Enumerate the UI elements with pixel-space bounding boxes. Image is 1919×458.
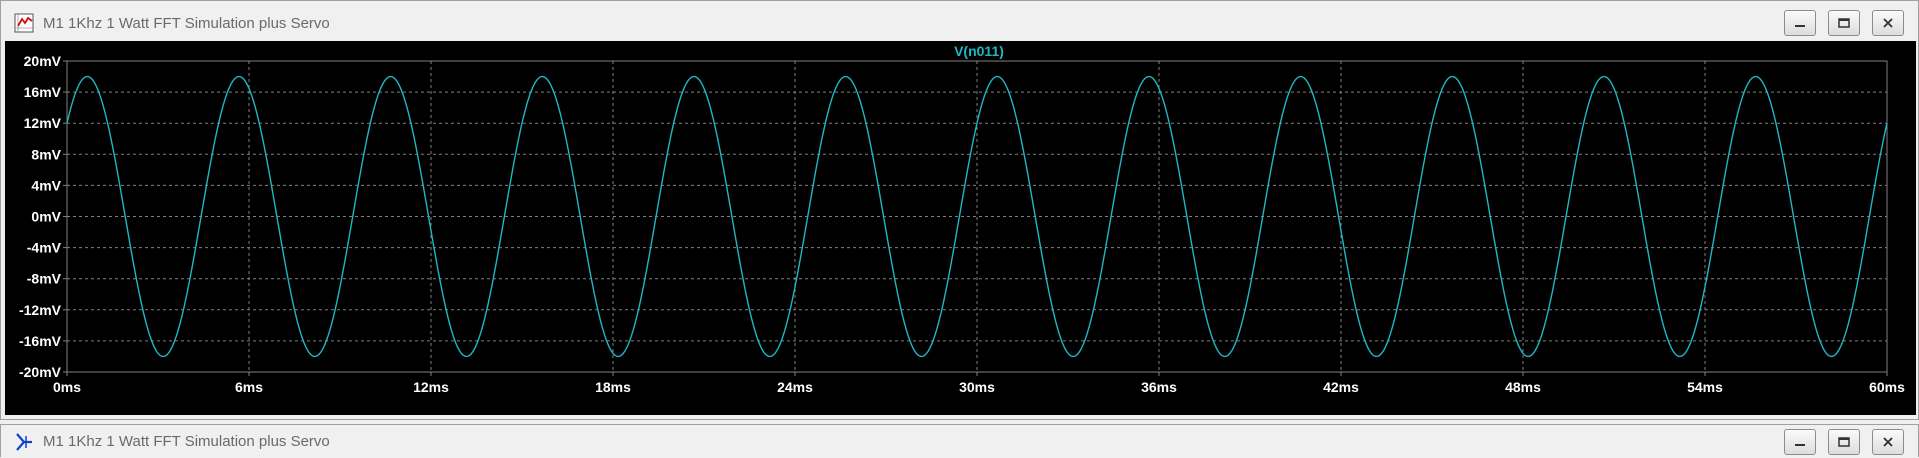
minimize-button[interactable] xyxy=(1784,10,1816,36)
close-button[interactable] xyxy=(1872,429,1904,455)
close-icon xyxy=(1883,437,1893,447)
x-tick-label: 18ms xyxy=(595,379,631,395)
minimize-button[interactable] xyxy=(1784,429,1816,455)
window-titlebar[interactable]: M1 1Khz 1 Watt FFT Simulation plus Servo xyxy=(1,425,1918,458)
y-tick-label: 8mV xyxy=(31,146,61,162)
x-tick-label: 36ms xyxy=(1141,379,1177,395)
x-tick-label: 24ms xyxy=(777,379,813,395)
window-titlebar[interactable]: M1 1Khz 1 Watt FFT Simulation plus Servo xyxy=(1,1,1918,45)
y-tick-label: -20mV xyxy=(19,364,62,380)
x-tick-label: 60ms xyxy=(1869,379,1905,395)
x-tick-label: 0ms xyxy=(53,379,81,395)
plot-pane[interactable]: V(n011) 0ms 6ms 12ms 18ms 24ms 30ms 36ms 42ms 48… xyxy=(5,41,1916,415)
y-tick-label: 12mV xyxy=(24,115,62,131)
schematic-icon xyxy=(13,431,35,453)
minimize-icon xyxy=(1795,444,1805,446)
x-tick-label: 54ms xyxy=(1687,379,1723,395)
x-tick-label: 30ms xyxy=(959,379,995,395)
x-tick-label: 6ms xyxy=(235,379,263,395)
y-tick-label: -16mV xyxy=(19,333,62,349)
waveform-plot-icon xyxy=(13,12,35,34)
restore-icon xyxy=(1838,437,1850,447)
x-tick-label: 42ms xyxy=(1323,379,1359,395)
waveform-window[interactable]: M1 1Khz 1 Watt FFT Simulation plus Servo… xyxy=(0,0,1919,420)
window-title: M1 1Khz 1 Watt FFT Simulation plus Servo xyxy=(43,14,330,32)
y-tick-label: 16mV xyxy=(24,84,62,100)
y-tick-label: 4mV xyxy=(31,177,61,193)
schematic-window[interactable]: M1 1Khz 1 Watt FFT Simulation plus Servo xyxy=(0,424,1919,458)
close-icon xyxy=(1883,18,1893,28)
y-tick-label: 20mV xyxy=(24,53,62,69)
y-tick-label: -8mV xyxy=(27,271,62,287)
x-tick-label: 48ms xyxy=(1505,379,1541,395)
trace-title[interactable]: V(n011) xyxy=(954,43,1004,59)
y-tick-label: -4mV xyxy=(27,240,62,256)
x-tick-label: 12ms xyxy=(413,379,449,395)
minimize-icon xyxy=(1795,25,1805,27)
restore-button[interactable] xyxy=(1828,10,1860,36)
close-button[interactable] xyxy=(1872,10,1904,36)
restore-icon xyxy=(1838,18,1850,28)
waveform-chart[interactable]: V(n011) 0ms 6ms 12ms 18ms 24ms 30ms 36ms 42ms 48… xyxy=(5,41,1916,415)
y-tick-label: -12mV xyxy=(19,302,62,318)
window-title: M1 1Khz 1 Watt FFT Simulation plus Servo xyxy=(43,433,330,450)
restore-button[interactable] xyxy=(1828,429,1860,455)
y-tick-label: 0mV xyxy=(31,209,61,225)
